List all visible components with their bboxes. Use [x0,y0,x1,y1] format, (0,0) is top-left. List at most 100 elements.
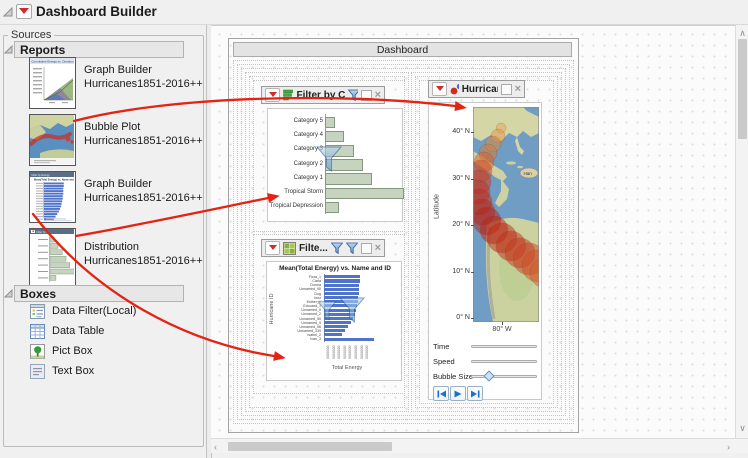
report-item-distribution[interactable]: Filter by Cl... Distribution Hurricanes1… [0,228,205,290]
boxes-header-label: Boxes [20,286,57,301]
filter-bar[interactable] [325,201,339,214]
scroll-right-arrow[interactable]: › [727,442,730,452]
play-button[interactable] [450,386,466,401]
graph-builder-grid-icon [283,241,296,255]
filter-panel-title: Filter by Cl... [296,89,345,101]
report-thumbnail-map[interactable] [29,114,76,166]
energy-bar [324,275,360,279]
speed-slider[interactable] [471,360,537,363]
energy-x-tick: 0000000 [326,345,330,359]
box-item-data-filter[interactable]: Data Filter(Local) [0,304,205,322]
vertical-scrollbar-thumb[interactable] [738,39,747,139]
energy-panel-titlebar[interactable]: Filte... × [261,239,385,257]
report-item-bubble-plot[interactable]: Bubble Plot Hurricanes1851-2016++ [0,114,205,168]
vertical-scrollbar[interactable]: ∧ ∨ [735,25,748,438]
thumb3-bars [36,182,72,221]
filter-panel-content[interactable]: Category 5 Category 4 Category 3 Categor… [267,108,404,222]
tick-mark [471,271,474,273]
reports-disclosure-icon[interactable] [4,45,13,54]
time-slider[interactable] [471,345,537,348]
filter-bar[interactable] [325,130,344,143]
report-item-graph-builder-1[interactable]: Cumulative Energy vs. Duration Graph Bui… [0,57,205,111]
step-back-button[interactable] [433,386,449,401]
dashboard-builder-window: Dashboard Builder Sources Reports Cumula… [0,0,748,458]
thumb4-bars [38,236,74,281]
close-icon[interactable]: × [515,83,521,94]
filter-bar[interactable] [325,173,372,185]
funnel-watermark-icon [317,301,337,321]
energy-bar [324,329,345,333]
funnel-watermark-icon [316,146,342,173]
red-triangle-icon [268,92,277,97]
box-item-pict-box[interactable]: Pict Box [0,344,205,362]
report-subtitle: Hurricanes1851-2016++ [84,255,203,267]
reports-header-label: Reports [20,42,66,57]
energy-bar [324,291,359,295]
box-item-text-box[interactable]: Text Box [0,364,205,382]
bubble-plot-icon [450,83,459,95]
area-chart-thumbnail-graphic: Cumulative Energy vs. Duration [30,58,74,104]
filter-category-label: Category 5 [293,118,323,124]
hurricane-panel-content[interactable]: Han 40° N 30° N 20° N 10° N 0° N Latitud… [428,102,542,401]
step-back-icon [437,390,446,397]
energy-row-label: Ivan_3 [310,337,321,342]
box-item-label: Pict Box [52,345,93,357]
maximize-icon[interactable] [360,242,372,254]
scroll-up-arrow[interactable]: ∧ [736,28,748,38]
dashboard-title: Dashboard [376,43,429,56]
reports-outline-header[interactable]: Reports [14,41,184,58]
red-triangle-menu-button[interactable] [265,241,280,255]
text-box-icon [30,364,45,379]
maximize-icon[interactable] [360,89,372,101]
report-item-graph-builder-2[interactable]: Filter by Energy Mean(Total Energy) vs. … [0,171,205,225]
hurricane-map[interactable]: Han [473,107,539,322]
sources-panel: Sources Reports Cumulative Energy vs. Du… [0,25,207,458]
lon-tick: 80° W [492,326,512,333]
hurricane-panel-titlebar[interactable]: Hurricane ... × [428,80,525,98]
box-item-label: Data Table [52,325,105,337]
boxes-outline-header[interactable]: Boxes [14,285,184,302]
energy-bar [324,283,359,287]
bubble-size-slider-thumb[interactable] [483,369,495,382]
filter-bar[interactable] [325,116,335,129]
boxes-disclosure-icon[interactable] [4,289,13,298]
bar-chart-thumbnail-graphic: Filter by Energy Mean(Total Energy) vs. … [30,172,74,221]
local-data-filter-funnel-icon[interactable] [330,242,343,255]
maximize-icon[interactable] [500,83,512,95]
report-thumbnail-area-chart[interactable]: Cumulative Energy vs. Duration [29,57,76,109]
report-title: Graph Builder [84,64,152,76]
close-icon[interactable]: × [375,242,381,253]
filter-bar[interactable] [325,187,404,200]
energy-panel-content[interactable]: Mean(Total Energy) vs. Name and ID Hurri… [266,261,402,381]
bubble-size-slider[interactable] [471,375,537,378]
energy-x-ticks: 0000000 0000000 0000000 0000000 0000000 00000… [267,342,403,362]
report-subtitle: Hurricanes1851-2016++ [84,78,203,90]
thumb4-header: Filter by Cl... [37,230,52,234]
report-title: Graph Builder [84,178,152,190]
close-icon[interactable]: × [375,89,381,100]
red-triangle-menu-button[interactable] [16,4,32,19]
funnel-watermark-icon [339,297,365,324]
local-data-filter-funnel-icon[interactable] [347,89,358,102]
energy-bar [324,279,360,283]
red-triangle-menu-button[interactable] [432,82,447,96]
horizontal-scrollbar[interactable]: ‹ › [211,438,748,453]
energy-xlabel: Total Energy [331,365,363,371]
report-thumbnail-histogram[interactable]: Filter by Cl... [29,228,76,288]
tick-mark [471,178,474,180]
horizontal-scrollbar-thumb[interactable] [228,442,392,451]
scroll-left-arrow[interactable]: ‹ [214,442,217,452]
dashboard-header[interactable]: Dashboard [233,42,572,57]
report-thumbnail-bar-chart[interactable]: Filter by Energy Mean(Total Energy) vs. … [29,171,76,223]
thumb3-title: Mean(Total Energy) vs. Name and ID [34,179,74,182]
local-data-filter-funnel-icon[interactable] [345,242,358,255]
step-forward-button[interactable] [467,386,483,401]
red-triangle-menu-button[interactable] [265,88,280,102]
scroll-down-arrow[interactable]: ∨ [736,423,748,433]
energy-x-tick: 0000000 [337,345,342,359]
box-item-data-table[interactable]: Data Table [0,324,205,342]
filter-panel-titlebar[interactable]: Filter by Cl... × [261,86,385,104]
lat-tick: 40° N [452,128,470,135]
bubble-size-slider-label: Bubble Size [433,372,474,381]
outline-disclosure-icon[interactable] [3,7,13,17]
